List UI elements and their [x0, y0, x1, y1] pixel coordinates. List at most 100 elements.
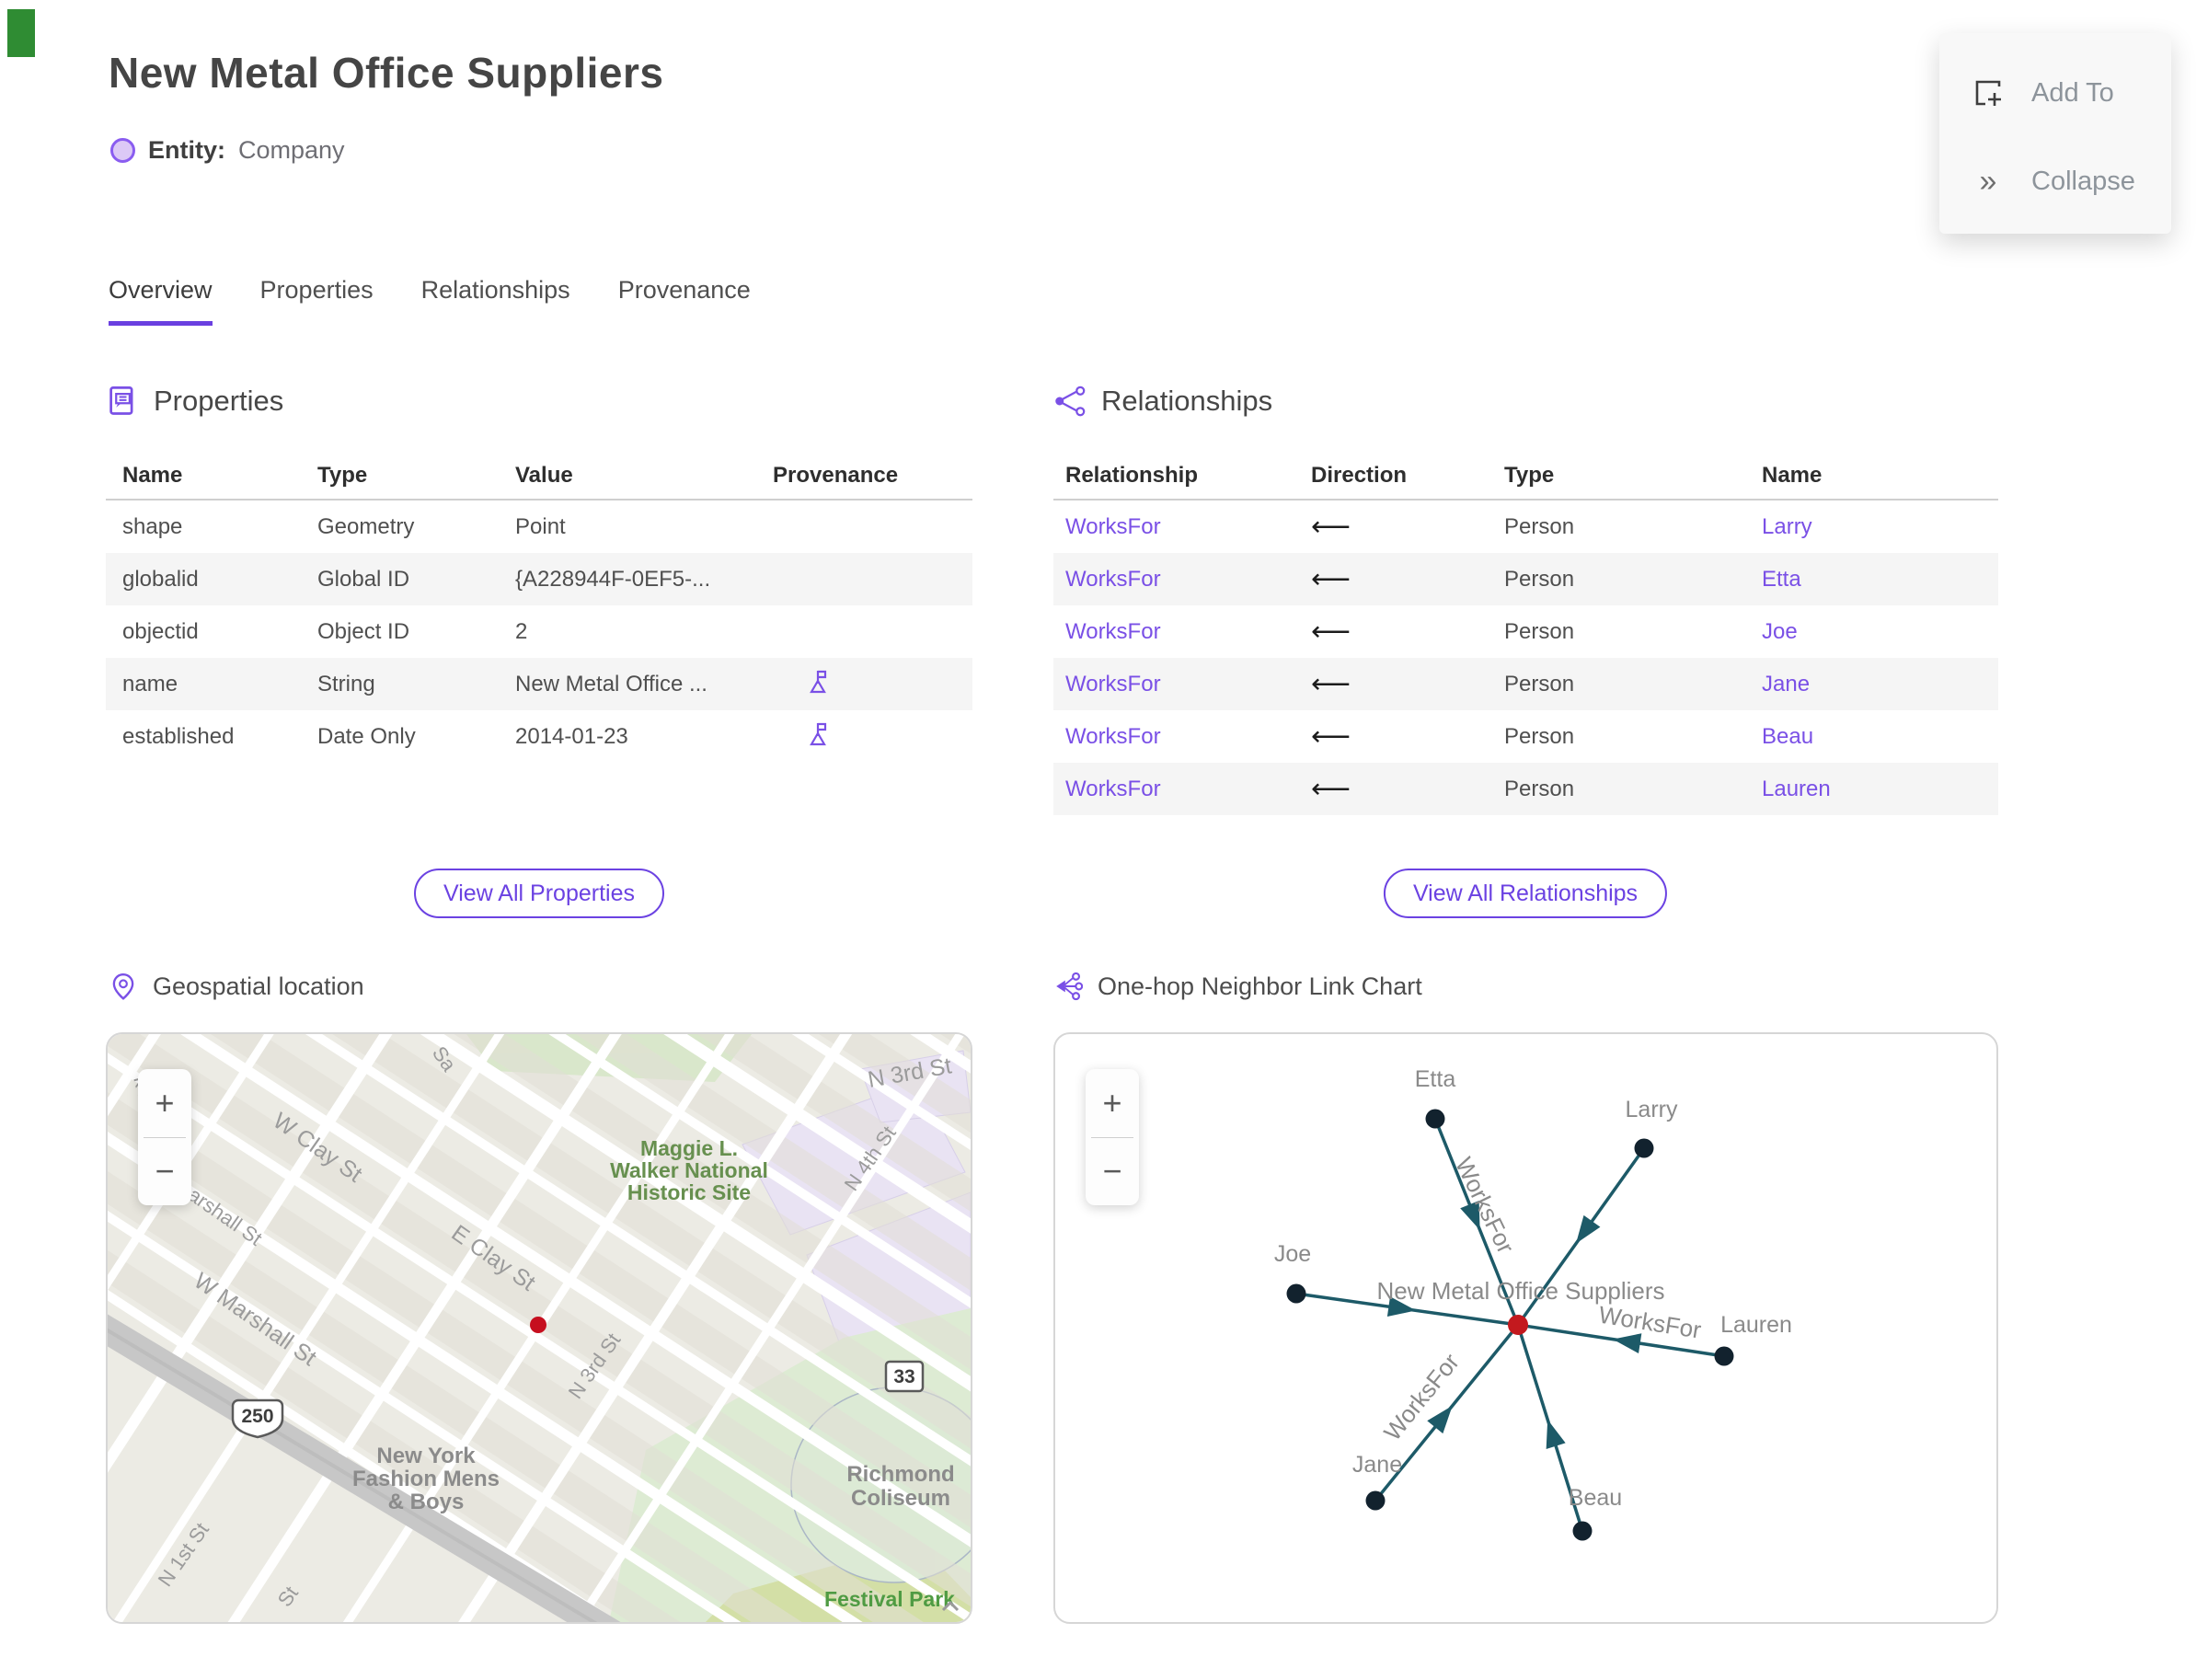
entity-type-icon [110, 138, 135, 163]
entity-link[interactable]: Beau [1762, 724, 1998, 750]
linkchart-section-header: One-hop Neighbor Link Chart [1053, 972, 1422, 1001]
provenance-flag-icon[interactable] [804, 719, 832, 754]
table-row: WorksFor ⟵ Person Etta [1053, 553, 1998, 605]
window-accent [7, 9, 35, 57]
collapse-label: Collapse [2031, 166, 2135, 196]
table-row: WorksFor ⟵ Person Joe [1053, 605, 1998, 658]
relationships-section-header: Relationships [1053, 385, 1272, 418]
table-row: objectid Object ID 2 [122, 618, 528, 644]
collapse-icon: » [1979, 164, 1997, 199]
geospatial-map[interactable]: + − W Clay St Sa arshall St W Marshall S… [106, 1032, 972, 1624]
relationship-link[interactable]: WorksFor [1053, 619, 1311, 645]
relationship-link[interactable]: WorksFor [1053, 567, 1311, 593]
graph-node-label: Lauren [1720, 1312, 1792, 1338]
entity-link[interactable]: Joe [1762, 619, 1998, 645]
relationships-section-title: Relationships [1101, 385, 1273, 417]
graph-node-center[interactable] [1508, 1315, 1528, 1335]
col-value: Value [515, 463, 573, 488]
properties-section-header: Properties [106, 385, 283, 418]
table-row: shape Geometry Point [122, 513, 566, 539]
place-label: & Boys [388, 1490, 465, 1514]
table-row: WorksFor ⟵ Person Jane [1053, 658, 1998, 710]
graph-node-joe[interactable] [1286, 1283, 1306, 1304]
graph-node-jane[interactable] [1365, 1490, 1386, 1511]
col-relationship: Relationship [1065, 463, 1199, 488]
link-chart-canvas[interactable]: WorksForWorksForWorksForEttaLarryJoeLaur… [1055, 1034, 1996, 1622]
table-row: globalid Global ID {A228944F-0EF5-... [106, 553, 972, 605]
chart-zoom-in-button[interactable]: + [1086, 1069, 1139, 1137]
map-zoom-in-button[interactable]: + [138, 1069, 191, 1137]
place-label: Fashion Mens [352, 1467, 500, 1491]
entity-detail-page: New Metal Office Suppliers Entity: Compa… [0, 0, 2208, 1680]
tab-properties[interactable]: Properties [260, 276, 374, 326]
graph-center-label: New Metal Office Suppliers [1376, 1277, 1664, 1305]
tab-overview[interactable]: Overview [109, 276, 213, 326]
col-provenance: Provenance [773, 463, 899, 488]
place-label: Coliseum [851, 1486, 950, 1511]
table-row: established Date Only 2014-01-23 [106, 710, 972, 763]
graph-node-label: Jane [1352, 1452, 1402, 1478]
chart-zoom-control: + − [1086, 1069, 1139, 1205]
place-label: Festival Park [824, 1587, 955, 1611]
place-label: New York [376, 1444, 476, 1468]
map-entity-marker[interactable] [530, 1317, 546, 1333]
graph-edge-label: WorksFor [1378, 1348, 1465, 1445]
map-zoom-control: + − [138, 1069, 191, 1205]
relationships-icon [1055, 385, 1086, 417]
properties-table-header: Name Type Value Provenance [106, 453, 972, 501]
one-hop-icon [1056, 972, 1083, 1001]
graph-arrow [1576, 1214, 1601, 1244]
link-chart[interactable]: + − WorksFor WorksFor WorksFor Etta Larry Joe… [1053, 1032, 1998, 1624]
place-label: Historic Site [627, 1180, 751, 1204]
place-label: Walker National [610, 1158, 768, 1182]
direction-arrow: ⟵ [1311, 564, 1351, 594]
graph-node-lauren[interactable] [1714, 1346, 1734, 1366]
relationship-link[interactable]: WorksFor [1053, 777, 1311, 802]
context-menu: Add To » Collapse [1939, 33, 2171, 234]
provenance-flag-icon[interactable] [804, 667, 832, 701]
geospatial-section-header: Geospatial location [109, 972, 364, 1001]
svg-text:250: 250 [241, 1406, 273, 1427]
add-to-button[interactable]: Add To [1939, 59, 2171, 127]
graph-node-beau[interactable] [1572, 1521, 1593, 1541]
tab-relationships[interactable]: Relationships [421, 276, 570, 326]
graph-node-label: Etta [1415, 1066, 1456, 1092]
table-row: name String New Metal Office ... [106, 658, 972, 710]
chart-zoom-out-button[interactable]: − [1086, 1138, 1139, 1206]
view-all-properties-button[interactable]: View All Properties [414, 869, 664, 918]
direction-arrow: ⟵ [1311, 616, 1351, 647]
entity-link[interactable]: Larry [1762, 514, 1998, 540]
geospatial-section-title: Geospatial location [153, 972, 364, 1000]
add-to-icon [1971, 75, 2006, 110]
svg-text:33: 33 [893, 1366, 914, 1387]
direction-arrow: ⟵ [1311, 669, 1351, 699]
graph-node-label: Beau [1569, 1485, 1622, 1511]
tab-provenance[interactable]: Provenance [618, 276, 751, 326]
page-title: New Metal Office Suppliers [109, 49, 664, 97]
graph-node-larry[interactable] [1634, 1138, 1654, 1158]
entity-link[interactable]: Etta [1762, 567, 1998, 593]
map-canvas[interactable]: k Rd W Clay St Sa arshall St W Marshall … [108, 1034, 971, 1622]
properties-icon [109, 386, 133, 415]
view-all-relationships-button[interactable]: View All Relationships [1383, 869, 1668, 918]
col-type: Type [1504, 463, 1555, 488]
map-zoom-out-button[interactable]: − [138, 1138, 191, 1206]
graph-node-etta[interactable] [1425, 1109, 1445, 1129]
graph-node-label: Larry [1626, 1097, 1678, 1122]
collapse-button[interactable]: » Collapse [1939, 147, 2171, 215]
relationship-link[interactable]: WorksFor [1053, 672, 1311, 697]
map-pin-icon [112, 973, 134, 1000]
col-name: Name [122, 463, 183, 488]
relationship-link[interactable]: WorksFor [1053, 514, 1311, 540]
direction-arrow: ⟵ [1311, 512, 1351, 542]
col-type: Type [317, 463, 368, 488]
entity-label: Entity: [148, 136, 225, 164]
entity-link[interactable]: Jane [1762, 672, 1998, 697]
linkchart-section-title: One-hop Neighbor Link Chart [1098, 972, 1422, 1000]
entity-link[interactable]: Lauren [1762, 777, 1998, 802]
direction-arrow: ⟵ [1311, 721, 1351, 752]
table-row: WorksFor ⟵ Person Lauren [1053, 763, 1998, 815]
place-label: Maggie L. [640, 1136, 738, 1160]
relationship-link[interactable]: WorksFor [1053, 724, 1311, 750]
graph-node-label: Joe [1274, 1241, 1311, 1267]
